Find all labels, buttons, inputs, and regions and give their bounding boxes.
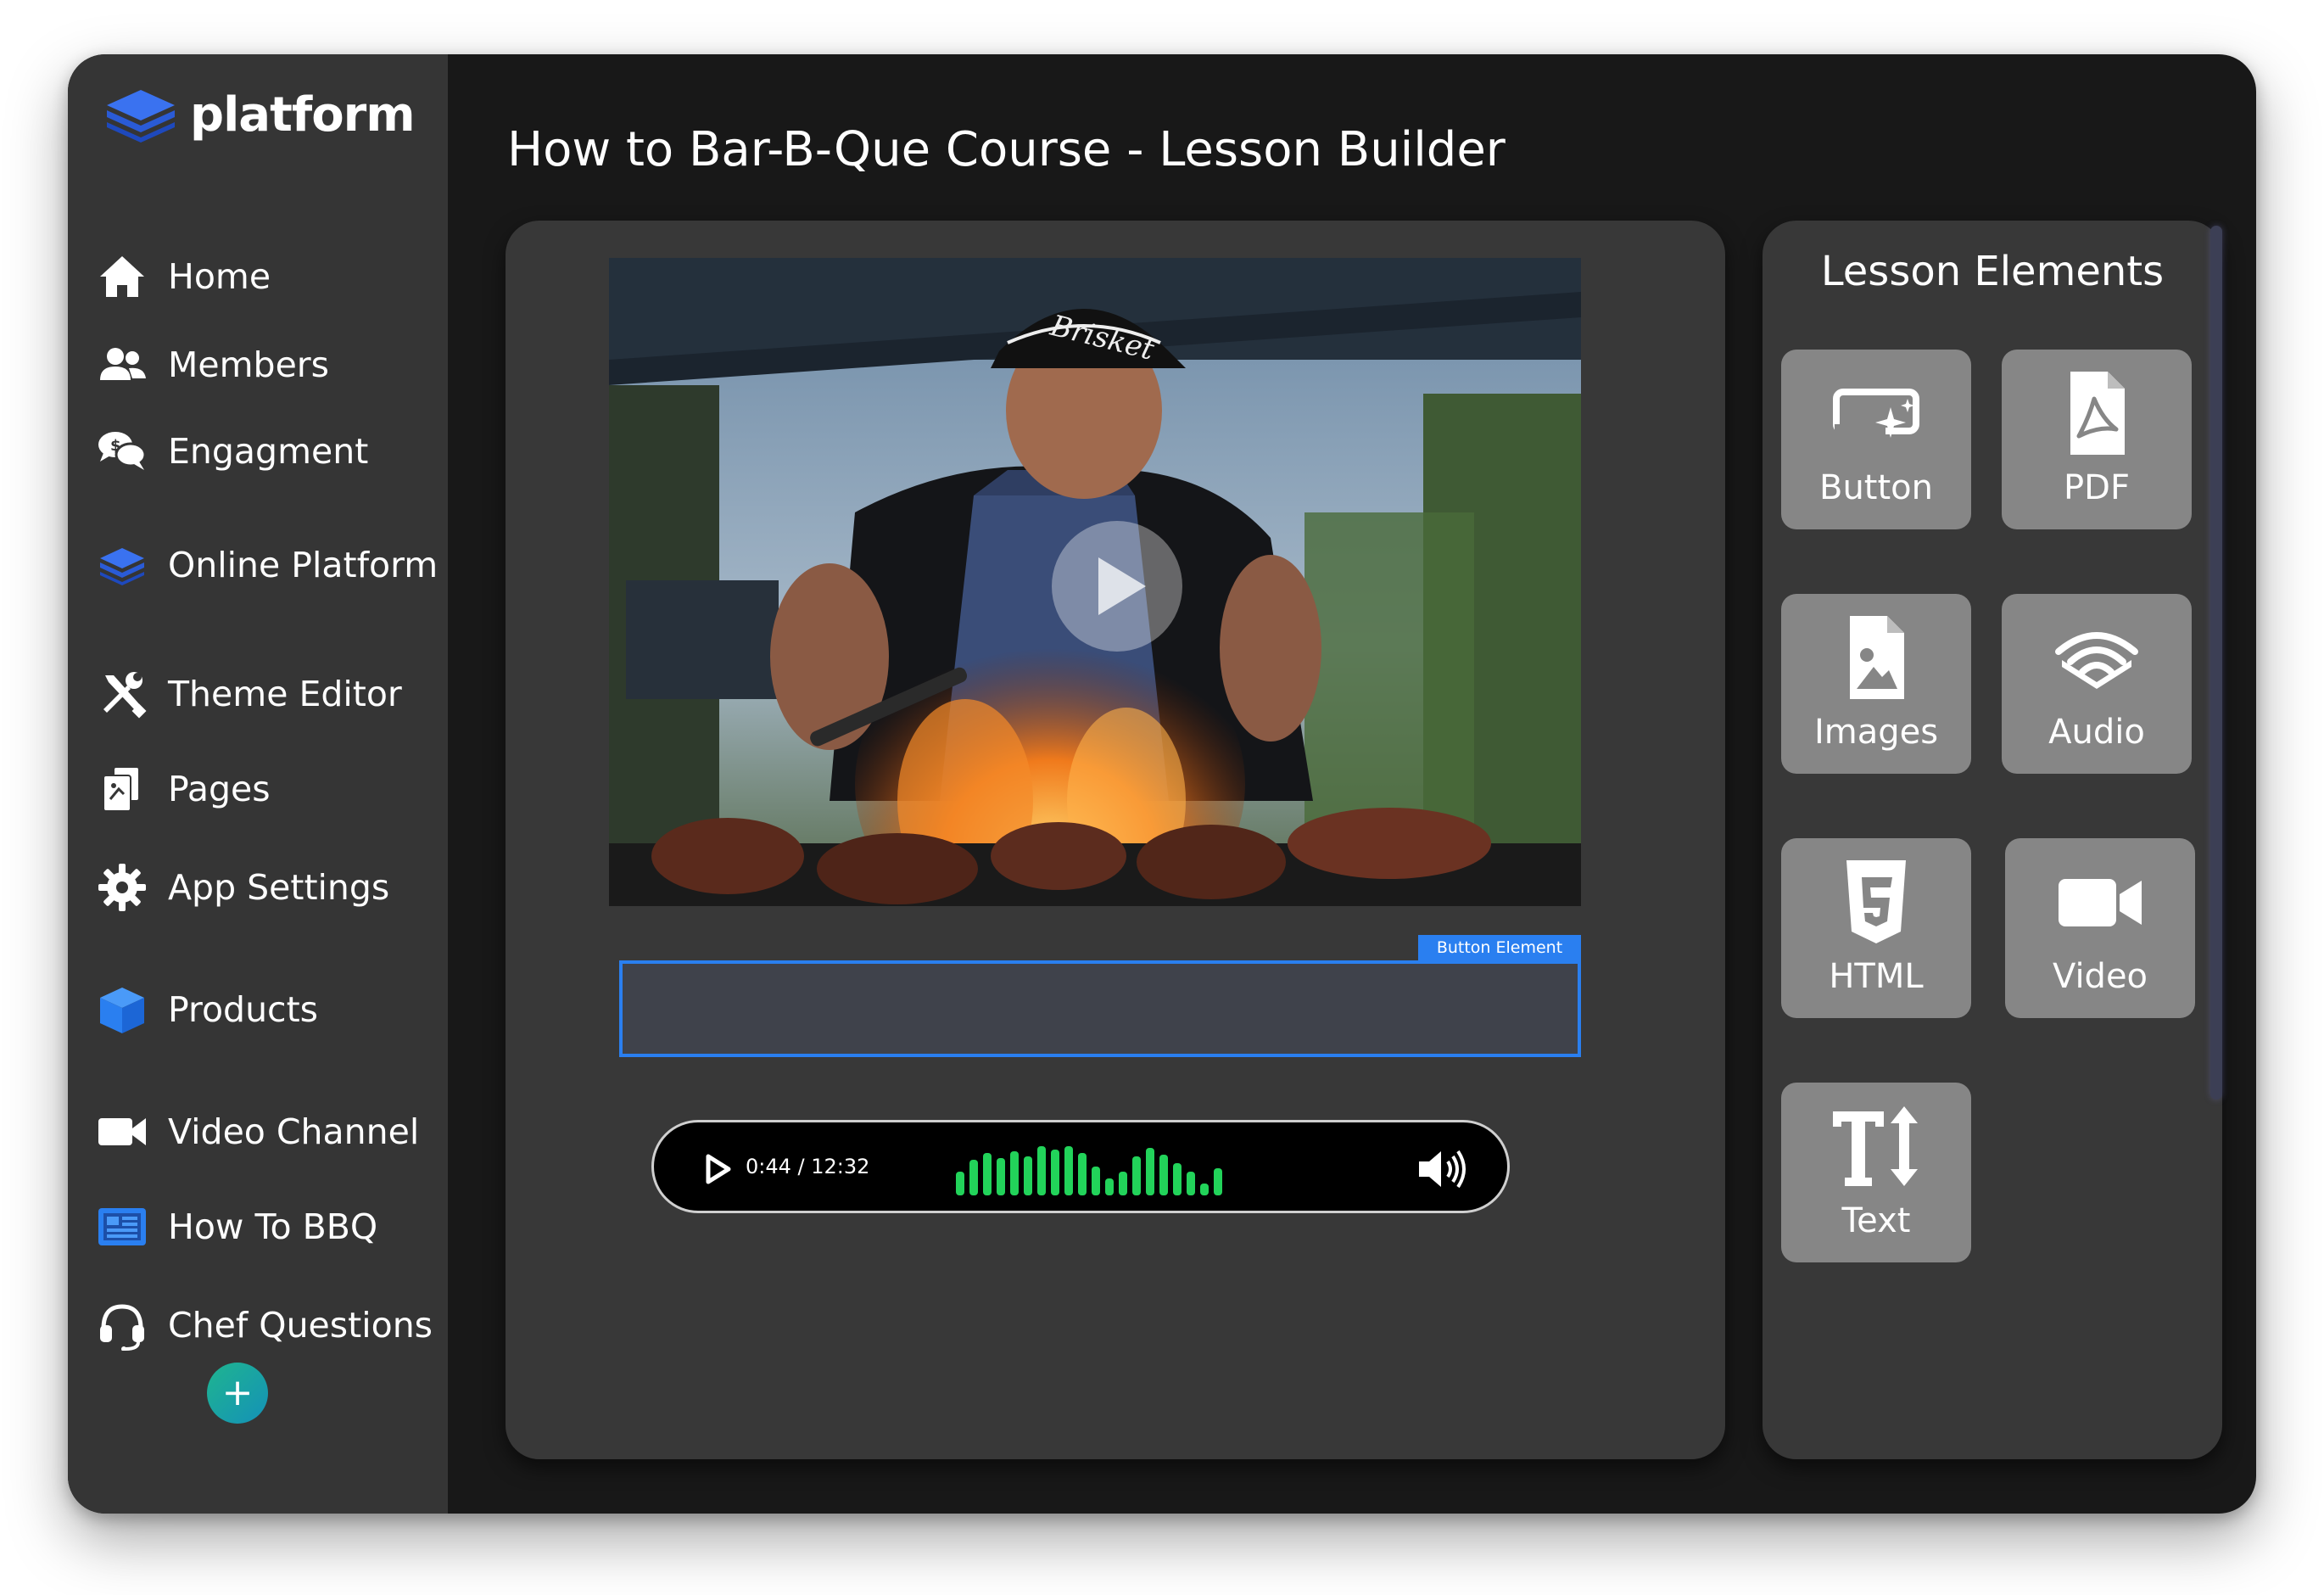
- html5-icon: [1825, 855, 1927, 949]
- lesson-elements-panel: Lesson Elements Button PDF Images Audio …: [1763, 221, 2222, 1459]
- stacked-layers-logo-icon: [107, 90, 175, 143]
- element-tile-pdf[interactable]: PDF: [2002, 350, 2192, 529]
- sidebar-item-home[interactable]: Home: [93, 243, 441, 311]
- lesson-canvas: Brisket Button Element 0:44 / 12:32: [506, 221, 1725, 1459]
- tile-label: Images: [1813, 713, 1939, 752]
- play-icon: [706, 1154, 731, 1184]
- video-play-overlay[interactable]: [1052, 521, 1182, 652]
- sidebar-item-how-to-bbq[interactable]: How To BBQ: [93, 1193, 441, 1261]
- comments-dollar-icon: $: [93, 424, 161, 478]
- audio-play-button[interactable]: [695, 1148, 737, 1190]
- element-tile-audio[interactable]: Audio: [2002, 594, 2192, 774]
- sidebar-item-app-settings[interactable]: App Settings: [93, 853, 441, 921]
- element-tile-video[interactable]: Video: [2005, 838, 2195, 1018]
- volume-icon[interactable]: [1416, 1146, 1468, 1192]
- button-sparkle-icon: [1825, 367, 1927, 460]
- sidebar-item-label: How To BBQ: [168, 1206, 378, 1247]
- sidebar-item-label: Engagment: [168, 431, 369, 472]
- video-camera-icon: [2049, 855, 2151, 949]
- audio-waveform[interactable]: [953, 1138, 1241, 1199]
- stacked-layers-icon: [93, 538, 161, 592]
- cube-icon: [93, 982, 161, 1037]
- lesson-video-thumbnail[interactable]: Brisket: [609, 258, 1581, 906]
- sidebar-item-members[interactable]: Members: [93, 331, 441, 399]
- sidebar-item-label: Video Channel: [168, 1111, 420, 1152]
- sidebar-item-engagment[interactable]: $ Engagment: [93, 417, 441, 485]
- sidebar-item-products[interactable]: Products: [93, 976, 441, 1044]
- sidebar-item-label: Pages: [168, 769, 271, 809]
- page-title: How to Bar-B-Que Course - Lesson Builder: [507, 122, 1506, 177]
- sidebar-item-label: Theme Editor: [168, 674, 402, 714]
- audio-time: 0:44 / 12:32: [746, 1155, 870, 1178]
- text-height-icon: [1825, 1100, 1927, 1193]
- users-icon: [93, 338, 161, 392]
- element-tile-text[interactable]: Text: [1781, 1083, 1971, 1262]
- element-tile-images[interactable]: Images: [1781, 594, 1971, 774]
- add-button[interactable]: +: [207, 1363, 268, 1424]
- video-camera-icon: [93, 1105, 161, 1159]
- svg-text:$: $: [110, 437, 121, 455]
- button-element-tag: Button Element: [1418, 935, 1581, 960]
- panel-scrollbar[interactable]: [2210, 226, 2222, 1100]
- home-icon: [93, 249, 161, 304]
- sidebar-item-label: App Settings: [168, 867, 390, 908]
- logo-text: platform: [190, 87, 416, 143]
- panel-title: Lesson Elements: [1820, 248, 2165, 295]
- tile-label: Button: [1819, 468, 1933, 507]
- tile-label: Audio: [2048, 713, 2145, 752]
- newspaper-icon: [93, 1200, 161, 1254]
- sidebar-item-online-platform[interactable]: Online Platform: [93, 531, 441, 599]
- audio-waves-icon: [2046, 611, 2148, 704]
- tools-icon: [93, 667, 161, 721]
- headset-icon: [93, 1298, 161, 1352]
- sidebar-item-label: Products: [168, 989, 319, 1030]
- play-icon: [1098, 557, 1146, 615]
- image-file-icon: [1825, 611, 1927, 704]
- tile-label: PDF: [2064, 468, 2130, 507]
- tile-label: Text: [1841, 1201, 1911, 1240]
- sidebar-item-label: Home: [168, 256, 271, 297]
- logo[interactable]: platform: [103, 76, 416, 153]
- sidebar-item-label: Members: [168, 344, 330, 385]
- sidebar-item-chef-questions[interactable]: Chef Questions: [93, 1291, 441, 1359]
- sidebar-item-theme-editor[interactable]: Theme Editor: [93, 660, 441, 728]
- app-window: platform Home Members $ Engagment Online…: [68, 54, 2256, 1514]
- audio-player: 0:44 / 12:32: [651, 1120, 1510, 1213]
- sidebar-item-label: Chef Questions: [168, 1305, 433, 1346]
- element-tile-html[interactable]: HTML: [1781, 838, 1971, 1018]
- tile-label: HTML: [1829, 957, 1924, 996]
- pdf-file-icon: [2046, 367, 2148, 460]
- sidebar-item-video-channel[interactable]: Video Channel: [93, 1098, 441, 1166]
- tile-label: Video: [2052, 957, 2148, 996]
- button-element-placeholder[interactable]: [619, 960, 1581, 1057]
- element-tile-button[interactable]: Button: [1781, 350, 1971, 529]
- sidebar-item-pages[interactable]: Pages: [93, 755, 441, 823]
- gear-icon: [93, 860, 161, 915]
- sidebar-item-label: Online Platform: [168, 545, 439, 585]
- sidebar: platform Home Members $ Engagment Online…: [68, 54, 448, 1514]
- pages-icon: [93, 762, 161, 816]
